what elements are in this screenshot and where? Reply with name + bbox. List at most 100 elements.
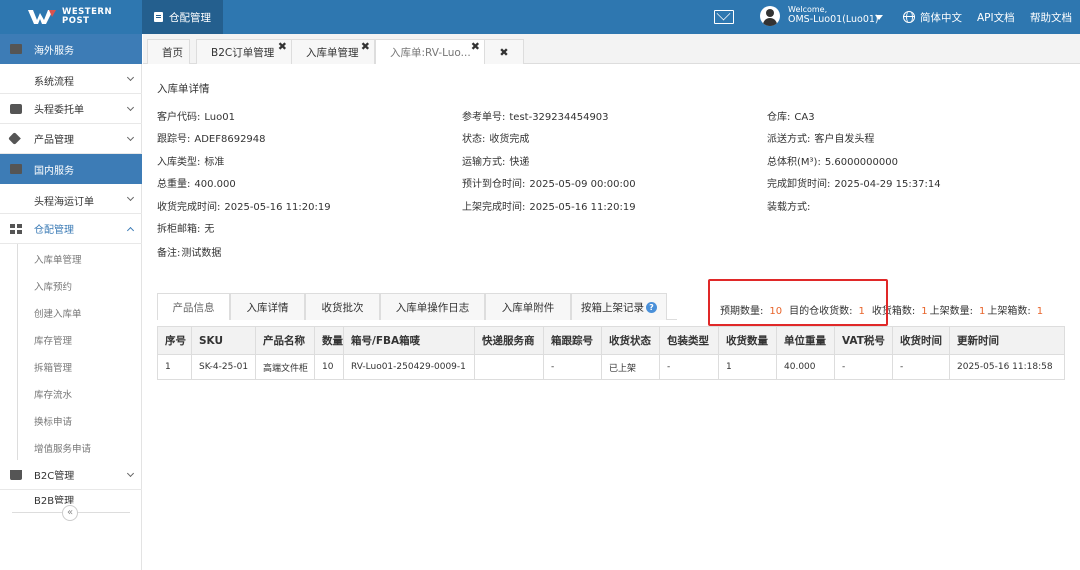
sidebar-leaf[interactable]: 库存管理 [17, 325, 142, 352]
cell-receive-status: 已上架 [601, 354, 660, 380]
chevron-down-icon [126, 133, 135, 142]
field-value: Luo01 [204, 112, 235, 123]
sidebar-leaf[interactable]: 库存流水 [17, 379, 142, 406]
field-status: 状态: 收货完成 [462, 130, 529, 145]
field-value: 标准 [204, 157, 225, 168]
sidebar-leaf[interactable]: 入库单管理 [17, 244, 142, 271]
help-docs-link[interactable]: 帮助文档 [1030, 10, 1072, 25]
sidebar-label: 国内服务 [34, 165, 74, 177]
topnav-warehouse[interactable]: 仓配管理 [142, 0, 223, 34]
sidebar-leaf[interactable]: 入库预约 [17, 271, 142, 298]
highlight-box [708, 279, 888, 326]
sidebar-leaf[interactable]: 换标申请 [17, 406, 142, 433]
leaf-label: 入库预约 [34, 282, 73, 293]
field-eta: 预计到仓时间: 2025-05-09 00:00:00 [462, 175, 636, 190]
mail-icon[interactable] [714, 10, 734, 24]
sidebar-label: B2C管理 [34, 471, 75, 482]
tab-attachments[interactable]: 入库单附件 [485, 293, 571, 320]
sidebar-item-b2c[interactable]: B2C管理 [0, 460, 142, 490]
close-all-tabs-button[interactable]: ✖ [484, 39, 524, 64]
tab-receiving-batch[interactable]: 收货批次 [305, 293, 380, 320]
sidebar-leaf[interactable]: 创建入库单 [17, 298, 142, 325]
username: OMS-Luo01(Luo01) [788, 14, 879, 25]
close-icon[interactable]: ✖ [361, 40, 370, 53]
column-header: 收货状态 [601, 326, 660, 355]
product-table: 序号 SKU 产品名称 数量 箱号/FBA箱唛 快递服务商 箱跟踪号 收货状态 … [157, 326, 1065, 380]
field-label: 总重量: [157, 179, 191, 190]
column-header: 序号 [157, 326, 192, 355]
chevron-down-icon [126, 193, 135, 202]
field-value: 400.000 [194, 179, 236, 190]
brand-logo[interactable]: WESTERN POST [0, 0, 142, 34]
sidebar-item-system-flow[interactable]: 系统流程 [0, 64, 142, 94]
tab-product-info[interactable]: 产品信息 [157, 293, 230, 320]
cell-vat: - [834, 354, 893, 380]
sidebar-item-b2b[interactable]: B2B管理 [0, 490, 142, 504]
field-label: 备注: [157, 248, 181, 259]
field-label: 入库类型: [157, 157, 201, 168]
help-icon[interactable]: ? [646, 301, 657, 313]
caret-down-icon[interactable] [875, 15, 883, 20]
close-icon[interactable]: ✖ [471, 40, 480, 53]
language-switch[interactable]: 简体中文 [920, 10, 962, 25]
leaf-label: 创建入库单 [34, 309, 82, 320]
sidebar-item-overseas[interactable]: 海外服务 [0, 34, 142, 64]
detail-tab-bar: 产品信息 入库详情 收货批次 入库单操作日志 入库单附件 按箱上架记录? [157, 293, 677, 320]
cell-product-name: 高端文件柜 [255, 354, 315, 380]
sidebar-item-domestic[interactable]: 国内服务 [0, 154, 142, 184]
tab-bar: 首页 B2C订单管理 ✖ 入库单管理 ✖ 入库单:RV-Luo... ✖ ✖ [143, 34, 1080, 65]
tab-b2c-orders[interactable]: B2C订单管理 ✖ [196, 39, 292, 64]
field-label: 上架完成时间: [462, 202, 526, 213]
sidebar-label: 海外服务 [34, 45, 74, 57]
grid-icon [10, 224, 22, 234]
count-value: 1 [978, 306, 986, 317]
cell-received-time: - [892, 354, 950, 380]
field-label: 客户代码: [157, 112, 201, 123]
tab-operation-log[interactable]: 入库单操作日志 [380, 293, 485, 320]
sidebar-leaf[interactable]: 拆箱管理 [17, 352, 142, 379]
user-menu[interactable]: Welcome, OMS-Luo01(Luo01) [788, 5, 879, 25]
cell-box-tracking: - [543, 354, 602, 380]
sidebar-item-first-leg[interactable]: 头程委托单 [0, 94, 142, 124]
sidebar-leaf[interactable]: 增值服务申请 [17, 433, 142, 460]
field-value: 2025-04-29 15:37:14 [834, 179, 941, 190]
tab-inbound-mgmt[interactable]: 入库单管理 ✖ [291, 39, 375, 64]
field-inbound-type: 入库类型: 标准 [157, 153, 224, 168]
folder-icon [10, 44, 22, 54]
field-label: 收货完成时间: [157, 202, 221, 213]
tab-home[interactable]: 首页 [147, 39, 190, 64]
sidebar-item-product[interactable]: 产品管理 [0, 124, 142, 154]
page-title: 入库单详情 [157, 83, 210, 95]
field-cabinet: 拆柜邮箱: 无 [157, 220, 214, 235]
field-label: 状态: [462, 134, 486, 145]
api-docs-link[interactable]: API文档 [977, 10, 1015, 25]
tab-inbound-detail[interactable]: 入库详情 [230, 293, 305, 320]
user-avatar-icon[interactable] [760, 6, 780, 26]
cell-unit-weight: 40.000 [776, 354, 835, 380]
field-value: 测试数据 [181, 248, 222, 259]
field-label: 仓库: [767, 112, 791, 123]
sidebar-item-warehouse[interactable]: 仓配管理 [0, 214, 142, 244]
briefcase-icon [10, 104, 22, 114]
cell-package-type: - [659, 354, 719, 380]
cell-updated-time: 2025-05-16 11:18:58 [949, 354, 1065, 380]
column-header: 更新时间 [949, 326, 1065, 355]
field-ref-no: 参考单号: test-329234454903 [462, 108, 609, 123]
column-header: 产品名称 [255, 326, 315, 355]
field-transport: 运输方式: 快递 [462, 153, 529, 168]
sidebar-item-first-leg-sea[interactable]: 头程海运订单 [0, 184, 142, 214]
field-label: 参考单号: [462, 112, 506, 123]
sidebar-label: 头程委托单 [34, 105, 84, 116]
close-icon[interactable]: ✖ [278, 40, 287, 53]
count-value: 1 [921, 306, 928, 317]
collapse-sidebar-button[interactable]: « [62, 505, 78, 521]
column-header: 快递服务商 [474, 326, 544, 355]
tab-inbound-detail[interactable]: 入库单:RV-Luo... ✖ [375, 39, 485, 65]
chevron-down-icon [126, 469, 135, 478]
cell-sku: SK-4-25-01 [191, 354, 256, 380]
field-tracking: 跟踪号: ADEF8692948 [157, 130, 266, 145]
document-icon [154, 12, 163, 22]
sidebar: 海外服务 系统流程 头程委托单 产品管理 国内服务 头程海运订单 仓配管理 入库… [0, 34, 142, 570]
field-remark: 备注:测试数据 [157, 244, 221, 259]
tab-shelving-records[interactable]: 按箱上架记录? [571, 293, 667, 320]
